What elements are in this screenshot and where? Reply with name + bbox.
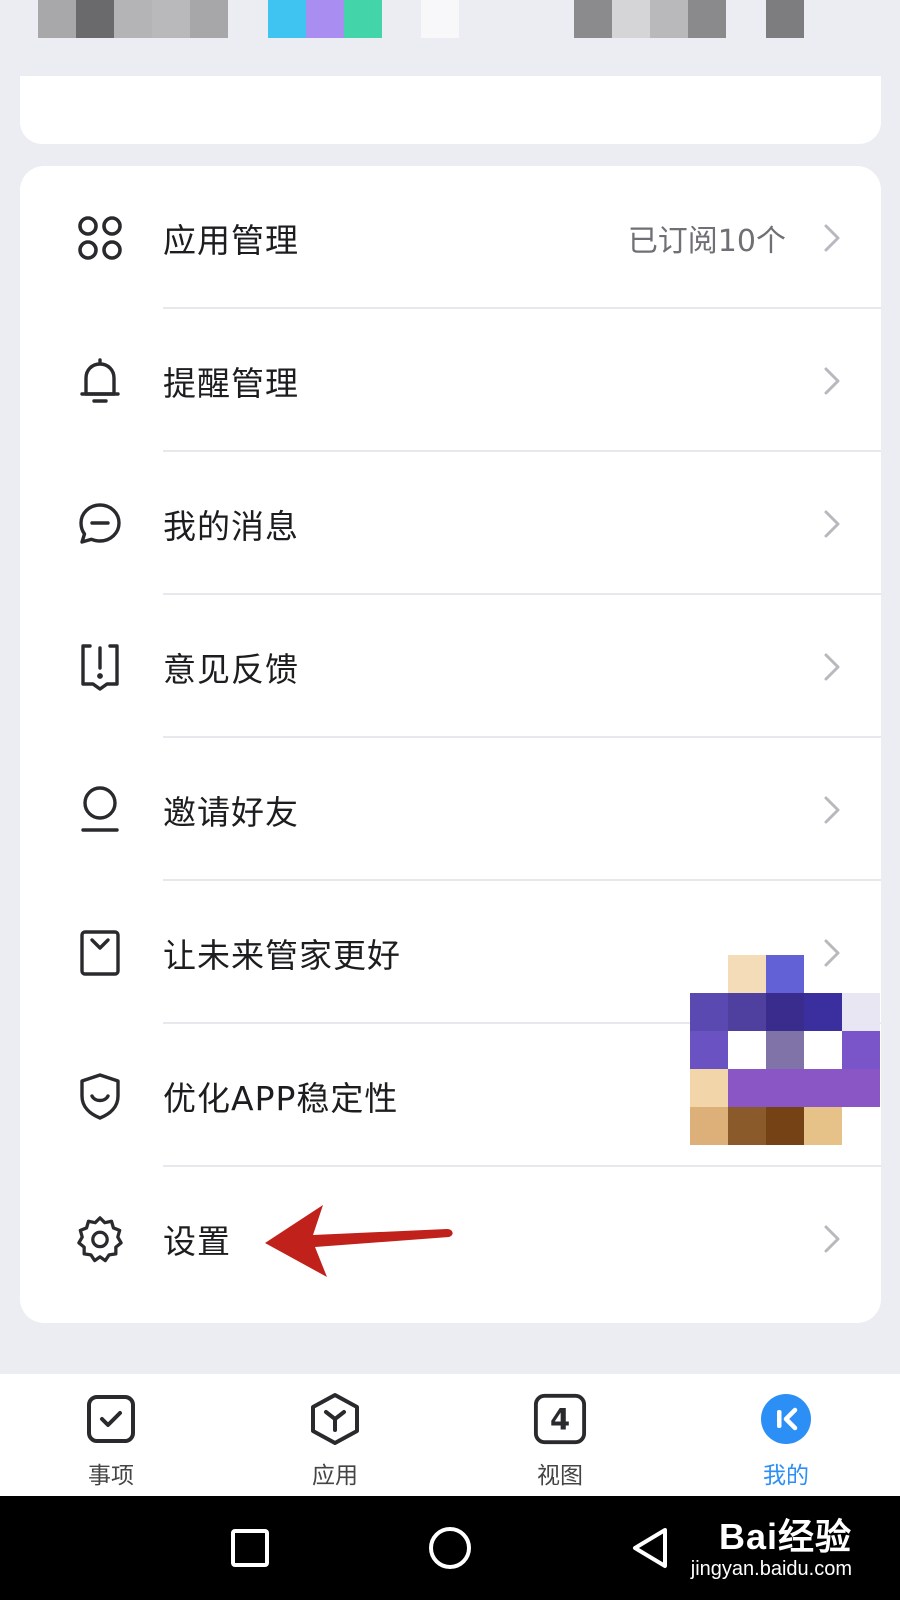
person-icon [76, 785, 124, 834]
nav-label: 视图 [537, 1463, 583, 1489]
bottom-nav: 事项 应用 4 视图 我的 [0, 1374, 900, 1496]
menu-item-label: 邀请好友 [163, 792, 299, 832]
menu-item-my-messages[interactable]: 我的消息 [20, 452, 881, 595]
menu-item-invite-friends[interactable]: 邀请好友 [20, 738, 881, 881]
blurred-header [0, 0, 900, 40]
nav-label: 事项 [88, 1463, 134, 1489]
menu-item-feedback[interactable]: 意见反馈 [20, 595, 881, 738]
chevron-right-icon [821, 509, 843, 539]
tab-apps[interactable]: 应用 [275, 1374, 395, 1496]
view-tab-glyph: 4 [550, 1403, 570, 1437]
menu-item-label: 意见反馈 [163, 649, 299, 689]
menu-item-label: 优化APP稳定性 [163, 1078, 399, 1118]
tab-mine[interactable]: 我的 [726, 1374, 846, 1496]
chevron-right-icon [821, 1224, 843, 1254]
back-icon[interactable] [610, 1496, 690, 1600]
profile-circle-icon [759, 1392, 813, 1446]
menu-item-reminder-management[interactable]: 提醒管理 [20, 309, 881, 452]
chevron-right-icon [821, 652, 843, 682]
baidu-watermark: Bai经验 jingyan.baidu.com [691, 1508, 852, 1581]
tab-tasks[interactable]: 事项 [51, 1374, 171, 1496]
menu-item-label: 设置 [163, 1221, 231, 1261]
chevron-right-icon [821, 223, 843, 253]
shield-smile-icon [76, 1072, 124, 1120]
menu-item-label: 让未来管家更好 [163, 935, 401, 975]
watermark-url: jingyan.baidu.com [690, 1558, 852, 1580]
menu-item-label: 我的消息 [163, 506, 299, 546]
subscription-count: 已订阅10个 [627, 223, 786, 259]
nav-label: 我的 [763, 1463, 809, 1489]
menu-item-app-management[interactable]: 应用管理 已订阅10个 [20, 166, 881, 309]
menu-item-label: 应用管理 [163, 220, 299, 260]
profile-card [20, 76, 881, 144]
number-four-icon: 4 [533, 1392, 587, 1446]
chevron-right-icon [821, 366, 843, 396]
chevron-right-icon [821, 795, 843, 825]
hexagon-y-icon [308, 1392, 362, 1446]
recent-apps-icon[interactable] [210, 1496, 290, 1600]
home-icon[interactable] [410, 1496, 490, 1600]
pixelated-overlay [690, 955, 880, 1150]
red-arrow-annotation [265, 1205, 453, 1277]
chat-bubble-icon [76, 500, 124, 548]
feedback-icon [76, 643, 124, 691]
nav-label: 应用 [312, 1463, 358, 1489]
menu-item-label: 提醒管理 [163, 363, 299, 403]
apps-grid-icon [76, 214, 124, 262]
mail-bag-icon [76, 929, 124, 977]
bell-icon [76, 357, 124, 405]
checkbox-icon [84, 1392, 138, 1446]
tab-view[interactable]: 4 视图 [500, 1374, 620, 1496]
gear-icon [76, 1215, 124, 1263]
watermark-logo: Bai经验 [718, 1516, 852, 1557]
